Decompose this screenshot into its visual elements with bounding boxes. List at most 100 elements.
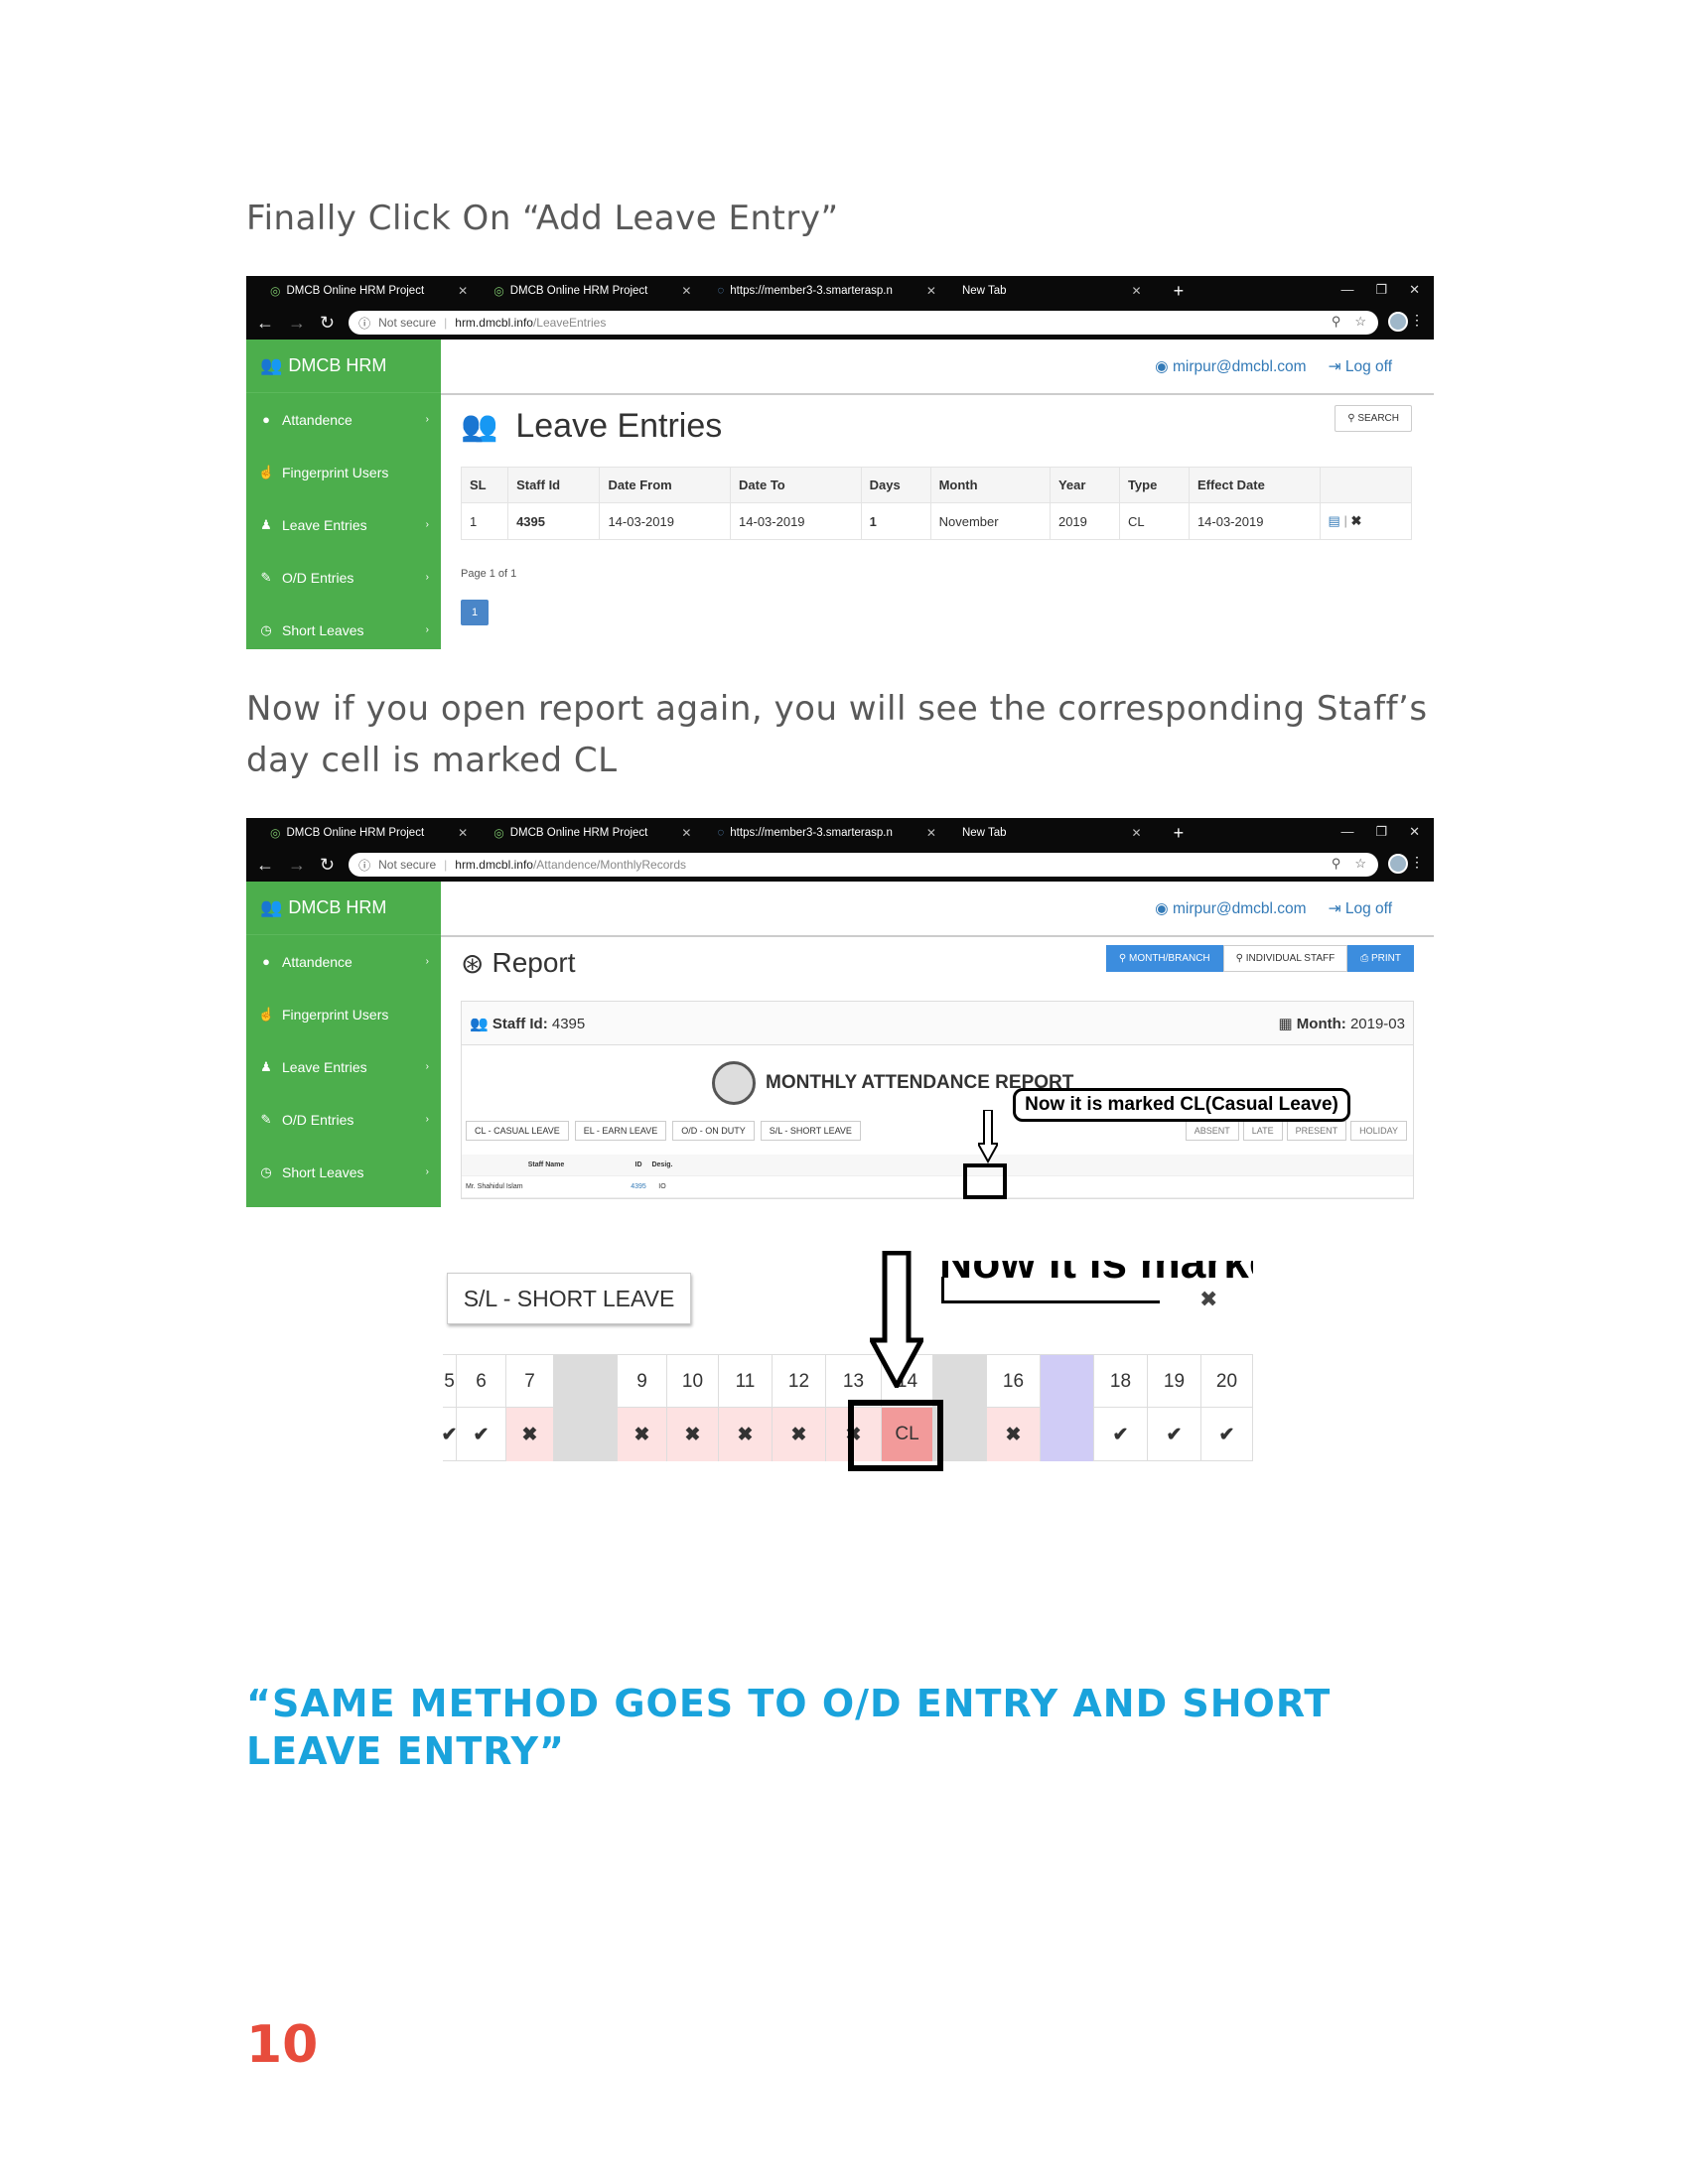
chevron-right-icon: › [425,572,429,583]
browser-tab[interactable]: ◎ DMCB Online HRM Project ✕ [258,278,480,304]
clock-icon: ◷ [260,621,272,637]
brand[interactable]: 👥 DMCB HRM [246,882,441,935]
sidebar-item-fingerprint-users[interactable]: ☝ Fingerprint Users [246,446,441,498]
clock-icon: ● [262,412,270,427]
browser-chrome: ◎ DMCB Online HRM Project ✕ ◎ DMCB Online H… [246,818,1434,882]
users-icon: 👥 [260,355,283,375]
zoom-icon[interactable]: ⚲ [1332,856,1341,872]
chevron-right-icon: › [425,414,429,425]
forward-icon[interactable]: → [288,313,306,334]
avatar[interactable] [1388,312,1408,332]
close-icon[interactable]: ✕ [458,826,468,840]
close-icon: ✖ [1199,1287,1218,1311]
browser-tab[interactable]: New Tab ✕ [950,820,1154,846]
browser-tab[interactable]: New Tab ✕ [950,278,1154,304]
highlight-box [963,1163,1007,1199]
browser-tab[interactable]: ◎ DMCB Online HRM Project ✕ [482,820,703,846]
zoom-icon[interactable]: ⚲ [1332,314,1341,330]
minimize-icon[interactable]: — [1340,282,1353,298]
users-icon: 👥 [461,409,498,443]
close-window-icon[interactable]: ✕ [1409,824,1420,840]
accessibility-icon: ⊛ [461,947,485,979]
user-link[interactable]: ◉ mirpur@dmcbl.com [1155,357,1306,376]
restore-icon[interactable]: ❐ [1375,824,1387,840]
logoff-link[interactable]: ⇥ Log off [1329,899,1392,918]
legend-item: ABSENT [1185,1121,1239,1141]
document-icon[interactable]: ▤ [1329,513,1340,528]
individual-staff-button[interactable]: ⚲ INDIVIDUAL STAFF [1222,945,1348,972]
close-icon[interactable]: ✕ [458,284,468,298]
star-icon[interactable]: ☆ [1354,314,1366,330]
calendar-icon: ▦ [1278,1015,1297,1032]
page-title: Leave Entries [515,406,723,445]
sidebar-item-fingerprint-users[interactable]: ☝ Fingerprint Users [246,988,441,1040]
chevron-right-icon: › [425,956,429,967]
absent-icon: ✖ [618,1408,667,1461]
browser-tab[interactable]: ◌ https://member3-3.smarterasp.n ✕ [705,820,948,846]
browser-tab[interactable]: ◎ DMCB Online HRM Project ✕ [258,820,480,846]
legend-item: LATE [1242,1121,1283,1141]
chevron-right-icon: › [425,1114,429,1125]
close-icon[interactable]: ✕ [1132,826,1142,840]
sidebar: 👥 DMCB HRM ● Attandence › ☝ Fingerprint User… [246,882,441,1207]
back-icon[interactable]: ← [256,313,274,334]
reload-icon[interactable]: ↻ [320,855,335,876]
search-button[interactable]: ⚲ SEARCH [1335,405,1412,432]
sidebar-item-leave-entries[interactable]: ♟ Leave Entries › [246,498,441,551]
chevron-right-icon: › [425,1166,429,1177]
close-icon[interactable]: ✕ [926,826,936,840]
site-icon: ◎ [493,826,504,840]
menu-icon[interactable]: ⋮ [1410,854,1424,871]
sidebar-item-od-entries[interactable]: ✎ O/D Entries › [246,551,441,604]
address-bar[interactable]: ⓘ Not secure | hrm.dmcbl.info/Attandence… [349,853,1378,877]
callout-annotation: Now it is marked CL(Casual Leave) [1013,1088,1350,1122]
delete-icon[interactable]: ✖ [1350,513,1361,528]
topbar: ◉ mirpur@dmcbl.com ⇥ Log off [441,340,1434,395]
zoomed-detail: S/L - SHORT LEAVE Now it is marke ✖ 5 6 … [443,1251,1253,1473]
forward-icon[interactable]: → [288,855,306,876]
sidebar-item-od-entries[interactable]: ✎ O/D Entries › [246,1093,441,1146]
print-button[interactable]: ⎙ PRINT [1347,945,1414,972]
browser-tabs: ◎ DMCB Online HRM Project ✕ ◎ DMCB Online H… [246,276,1434,306]
absent-icon: ✖ [773,1408,826,1461]
browser-tab[interactable]: ◌ https://member3-3.smarterasp.n ✕ [705,278,948,304]
report-buttons: ⚲ MONTH/BRANCH ⚲ INDIVIDUAL STAFF ⎙ PRIN… [1105,945,1414,972]
new-tab-icon[interactable]: + [1174,281,1185,302]
sidebar-item-leave-entries[interactable]: ♟ Leave Entries › [246,1040,441,1093]
logoff-link[interactable]: ⇥ Log off [1329,357,1392,376]
check-icon: ✔ [1094,1408,1148,1461]
avatar[interactable] [1388,854,1408,874]
sidebar-item-attandence[interactable]: ● Attandence › [246,393,441,446]
address-bar[interactable]: ⓘ Not secure | hrm.dmcbl.info/LeaveEntri… [349,311,1378,335]
clock-icon: ● [262,954,270,969]
check-icon: ✔ [1201,1408,1253,1461]
close-icon[interactable]: ✕ [1132,284,1142,298]
reload-icon[interactable]: ↻ [320,313,335,334]
close-window-icon[interactable]: ✕ [1409,282,1420,298]
page-button[interactable]: 1 [461,600,489,625]
leave-entries-table: SL Staff Id Date From Date To Days Month… [460,467,1413,540]
menu-icon[interactable]: ⋮ [1410,312,1424,329]
new-tab-icon[interactable]: + [1174,823,1185,844]
sidebar-item-short-leaves[interactable]: ◷ Short Leaves › [246,1146,441,1198]
page-number: 10 [246,2015,319,2075]
minimize-icon[interactable]: — [1340,824,1353,840]
absent-icon: ✖ [719,1408,773,1461]
browser-tab[interactable]: ◎ DMCB Online HRM Project ✕ [482,278,703,304]
sidebar-item-short-leaves[interactable]: ◷ Short Leaves › [246,604,441,649]
close-icon[interactable]: ✕ [681,284,691,298]
star-icon[interactable]: ☆ [1354,856,1366,872]
user-link[interactable]: ◉ mirpur@dmcbl.com [1155,899,1306,918]
user-plus-icon: ♟ [260,516,272,532]
legend-item: CL - CASUAL LEAVE [466,1121,569,1141]
brand[interactable]: 👥 DMCB HRM [246,340,441,393]
close-icon[interactable]: ✕ [681,826,691,840]
close-icon[interactable]: ✕ [926,284,936,298]
clock-icon: ◷ [260,1163,272,1179]
tagline: “SAME METHOD GOES TO O/D ENTRY AND SHORT… [246,1682,1332,1773]
month-branch-button[interactable]: ⚲ MONTH/BRANCH [1105,945,1223,972]
sidebar-item-attandence[interactable]: ● Attandence › [246,935,441,988]
back-icon[interactable]: ← [256,855,274,876]
restore-icon[interactable]: ❐ [1375,282,1387,298]
legend-item: HOLIDAY [1350,1121,1407,1141]
